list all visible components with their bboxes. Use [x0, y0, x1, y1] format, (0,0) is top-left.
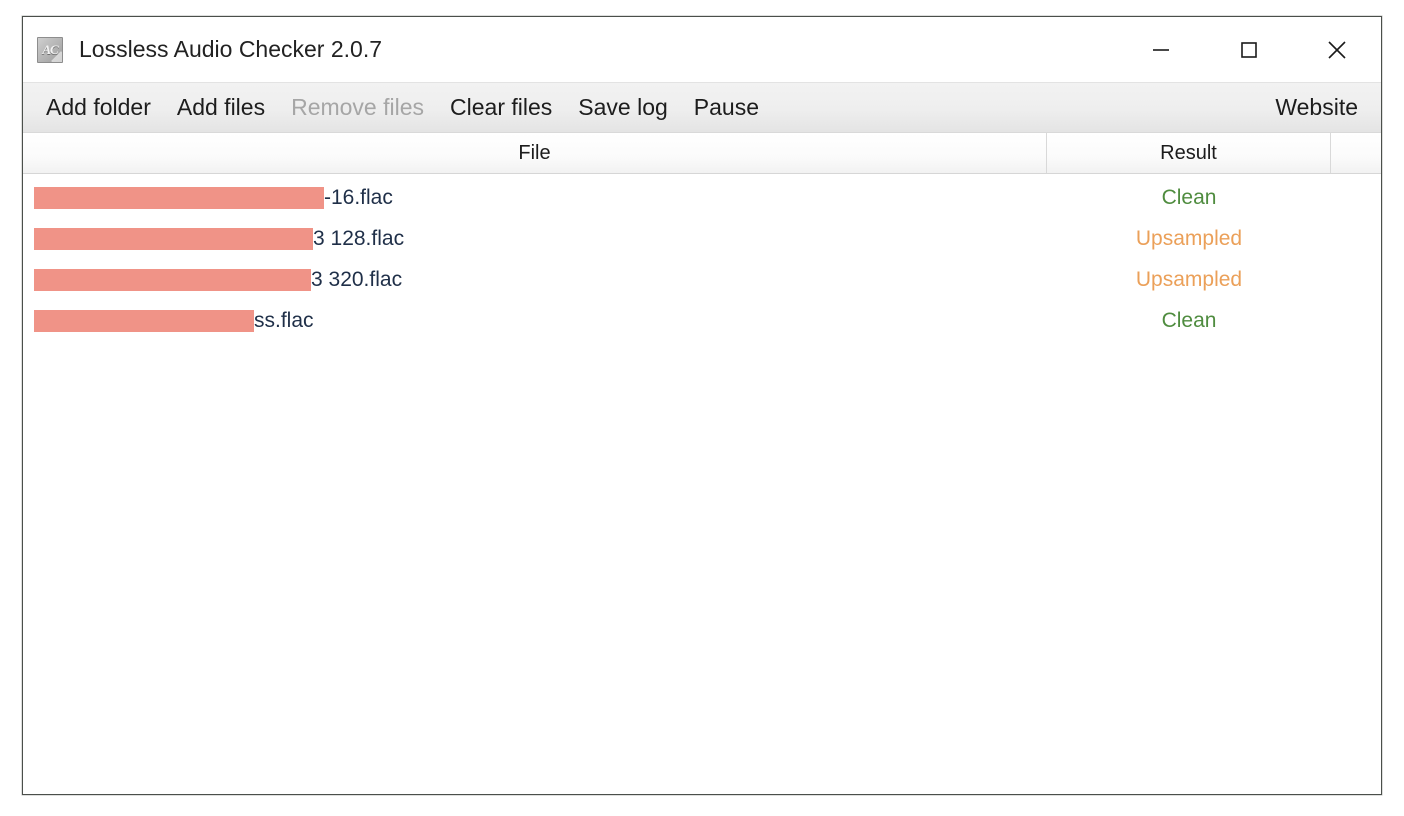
redacted-path-bar: [34, 268, 311, 291]
maximize-icon[interactable]: [1205, 17, 1293, 82]
column-header-result[interactable]: Result: [1047, 133, 1331, 173]
close-icon[interactable]: [1293, 17, 1381, 82]
title-bar-left: AC Lossless Audio Checker 2.0.7: [23, 17, 382, 82]
results-table: File Result -16.flac Clean 3 128.flac Upsam…: [23, 133, 1381, 794]
minimize-icon[interactable]: [1117, 17, 1205, 82]
table-row[interactable]: -16.flac Clean: [23, 177, 1381, 218]
file-name-tail: 3 128.flac: [313, 227, 405, 250]
remove-files-button: Remove files: [278, 94, 437, 121]
cell-file-path: -16.flac: [23, 177, 1047, 218]
redacted-path-bar: [34, 186, 324, 209]
file-name-tail: ss.flac: [254, 309, 314, 332]
column-header-file[interactable]: File: [23, 133, 1047, 173]
add-folder-button[interactable]: Add folder: [33, 94, 164, 121]
toolbar: Add folder Add files Remove files Clear …: [23, 82, 1381, 133]
cell-file-path: ss.flac: [23, 300, 1047, 341]
application-window: AC Lossless Audio Checker 2.0.7 Add fold…: [22, 16, 1382, 795]
table-header-row: File Result: [23, 133, 1381, 174]
window-controls: [1117, 17, 1381, 82]
table-row[interactable]: 3 128.flac Upsampled: [23, 218, 1381, 259]
save-log-button[interactable]: Save log: [565, 94, 681, 121]
redacted-path-bar: [34, 227, 313, 250]
cell-result-status: Clean: [1161, 309, 1217, 332]
website-button[interactable]: Website: [1262, 94, 1371, 121]
window-title: Lossless Audio Checker 2.0.7: [79, 36, 383, 62]
cell-file-path: 3 128.flac: [23, 218, 1047, 259]
column-header-extra[interactable]: [1331, 133, 1381, 173]
cell-result-status: Upsampled: [1135, 227, 1243, 250]
clear-files-button[interactable]: Clear files: [437, 94, 565, 121]
cell-result-status: Clean: [1161, 186, 1217, 209]
cell-file-path: 3 320.flac: [23, 259, 1047, 300]
app-icon-glyph: AC: [42, 42, 58, 57]
table-row[interactable]: ss.flac Clean: [23, 300, 1381, 341]
pause-button[interactable]: Pause: [681, 94, 772, 121]
toolbar-right-group: Website: [1262, 94, 1381, 121]
table-row[interactable]: 3 320.flac Upsampled: [23, 259, 1381, 300]
lac-app-icon: AC: [37, 36, 63, 63]
screen-background: AC Lossless Audio Checker 2.0.7 Add fold…: [0, 0, 1404, 816]
file-name-tail: -16.flac: [324, 186, 393, 209]
cell-result-status: Upsampled: [1135, 268, 1243, 291]
title-bar: AC Lossless Audio Checker 2.0.7: [23, 17, 1381, 82]
add-files-button[interactable]: Add files: [164, 94, 278, 121]
file-name-tail: 3 320.flac: [311, 268, 403, 291]
redacted-path-bar: [34, 309, 254, 332]
table-body[interactable]: -16.flac Clean 3 128.flac Upsampled 3 320.fl…: [23, 174, 1381, 794]
